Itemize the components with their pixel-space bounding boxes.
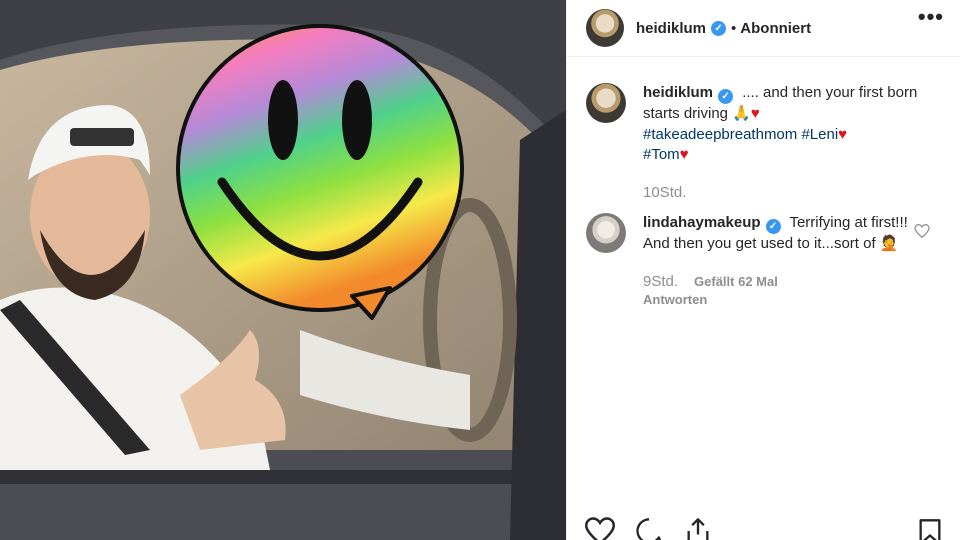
folded-hands-icon: 🙏 <box>732 105 751 122</box>
red-heart-icon: ♥ <box>838 125 848 143</box>
author-info: heidiklum ✓ • Abonniert <box>636 20 811 37</box>
comment-body: lindahaymakeup ✓ Terrifying at first!!! A… <box>643 213 913 308</box>
caption-author-avatar[interactable] <box>586 83 626 123</box>
hashtag-link[interactable]: #Tom <box>643 146 680 163</box>
comment-reply-button[interactable]: Antworten <box>643 292 913 308</box>
verified-badge-icon: ✓ <box>765 219 781 234</box>
verified-badge-icon: ✓ <box>718 89 734 104</box>
caption: heidiklum ✓ .... and then your first born… <box>586 83 943 203</box>
post-media[interactable] <box>0 0 566 540</box>
comment-likes-count[interactable]: Gefällt 62 Mal <box>694 272 778 293</box>
hashtag-link[interactable]: #takeadeepbreathmom <box>643 126 797 143</box>
post-header: heidiklum ✓ • Abonniert ••• <box>567 0 960 57</box>
woman-facepalming-icon: 🤦 <box>879 235 899 252</box>
caption-username[interactable]: heidiklum <box>643 84 713 101</box>
caption-body: heidiklum ✓ .... and then your first born… <box>643 83 943 203</box>
bookmark-icon[interactable] <box>918 518 942 540</box>
caption-timestamp[interactable]: 10Std. <box>643 183 943 204</box>
more-horizontal-icon[interactable]: ••• <box>918 4 944 30</box>
comment-like-heart-icon[interactable] <box>914 224 930 238</box>
post-video-frame <box>0 0 566 540</box>
comment-icon[interactable] <box>634 517 664 540</box>
heart-outline-icon[interactable] <box>585 517 615 540</box>
post-action-bar <box>585 517 713 540</box>
comment-username[interactable]: lindahaymakeup <box>643 214 761 231</box>
comment-meta: 9Std. Gefällt 62 Mal <box>643 272 913 293</box>
author-username[interactable]: heidiklum <box>636 20 706 37</box>
commenter-avatar[interactable] <box>586 213 626 253</box>
comment-item: lindahaymakeup ✓ Terrifying at first!!! A… <box>586 213 913 308</box>
separator-dot: • <box>731 19 737 37</box>
hashtag-link[interactable]: #Leni <box>801 126 838 143</box>
follow-status-button[interactable]: Abonniert <box>740 20 811 37</box>
post-details-panel: heidiklum ✓ • Abonniert ••• heidiklum ✓ .… <box>566 0 960 540</box>
share-icon[interactable] <box>683 517 713 540</box>
author-avatar[interactable] <box>586 9 624 47</box>
verified-badge-icon: ✓ <box>711 20 727 36</box>
comment-timestamp[interactable]: 9Std. <box>643 272 678 293</box>
red-heart-icon: ♥ <box>679 146 689 163</box>
red-heart-icon: ♥ <box>750 105 760 122</box>
